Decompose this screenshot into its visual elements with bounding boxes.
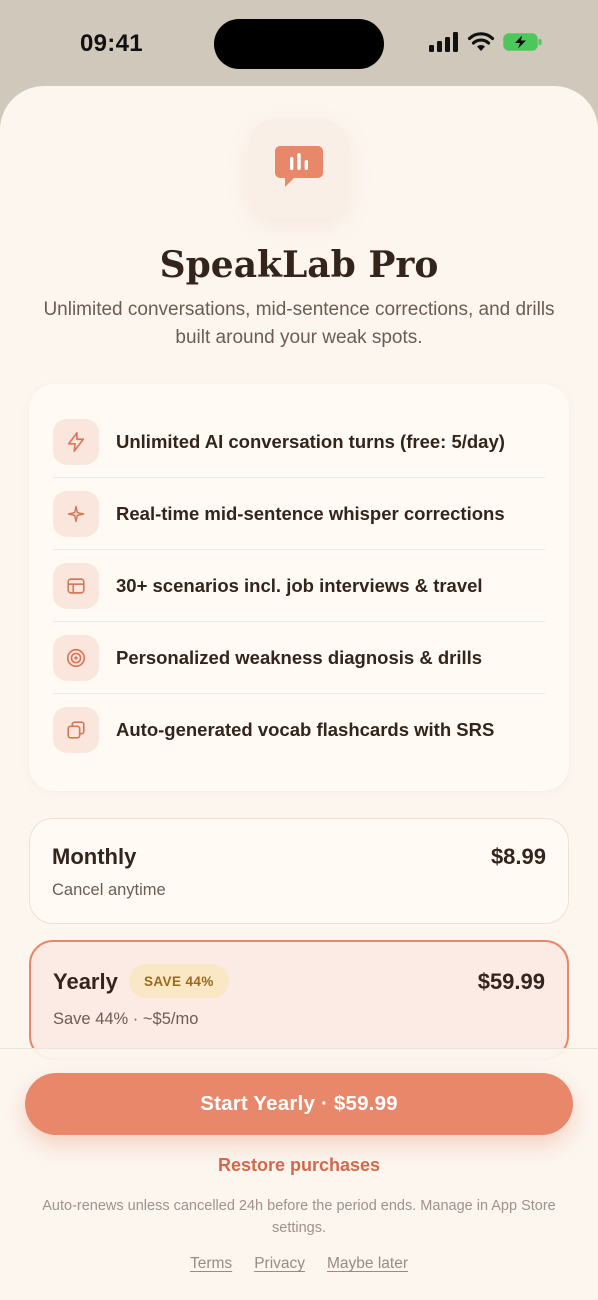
plan-name: Monthly (52, 844, 137, 869)
target-icon (53, 634, 99, 681)
restore-purchases-link[interactable]: Restore purchases (0, 1155, 598, 1176)
page-title: SpeakLab Pro (159, 244, 439, 286)
footer-links: Terms Privacy Maybe later (0, 1255, 598, 1273)
dynamic-island (214, 19, 384, 69)
plan-option-yearly[interactable]: Yearly SAVE 44% $59.99 Save 44% · ~$5/mo (29, 940, 569, 1060)
cards-icon (53, 707, 99, 753)
feature-label: 30+ scenarios incl. job interviews & tra… (116, 574, 483, 596)
speech-bubble-waveform-icon (275, 146, 323, 187)
feature-label: Personalized weakness diagnosis & drills (116, 646, 483, 668)
start-subscription-button[interactable]: Start Yearly · $59.99 (25, 1073, 573, 1135)
status-bar: 09:41 (0, 0, 598, 88)
maybe-later-link[interactable]: Maybe later (327, 1255, 408, 1273)
app-logo (249, 118, 349, 218)
plan-description: Cancel anytime (52, 881, 166, 899)
layout-icon (53, 562, 99, 609)
lightning-icon (53, 418, 99, 465)
sparkle-icon (53, 490, 99, 537)
wifi-icon (467, 32, 495, 51)
paywall-sheet: SpeakLab Pro Unlimited conversations, mi… (0, 86, 598, 1300)
plan-name: Yearly (53, 969, 118, 994)
page-subtitle: Unlimited conversations, mid-sentence co… (43, 299, 555, 348)
feature-item: Unlimited AI conversation turns (free: 5… (53, 406, 545, 478)
feature-item: 30+ scenarios incl. job interviews & tra… (53, 550, 545, 622)
plan-description: Save 44% · ~$5/mo (53, 1010, 199, 1028)
cellular-signal-icon (429, 32, 458, 52)
feature-item: Auto-generated vocab flashcards with SRS (53, 694, 545, 766)
feature-item: Real-time mid-sentence whisper correctio… (53, 478, 545, 550)
legal-disclaimer: Auto-renews unless cancelled 24h before … (42, 1198, 556, 1236)
feature-label: Real-time mid-sentence whisper correctio… (116, 502, 505, 524)
feature-item: Personalized weakness diagnosis & drills (53, 622, 545, 694)
feature-list: Unlimited AI conversation turns (free: 5… (29, 384, 569, 791)
feature-label: Unlimited AI conversation turns (free: 5… (116, 430, 505, 452)
status-time: 09:41 (80, 30, 143, 57)
battery-charging-icon (503, 33, 542, 51)
privacy-link[interactable]: Privacy (254, 1255, 305, 1273)
plan-price: $59.99 (477, 969, 545, 994)
purchase-footer: Start Yearly · $59.99 Restore purchases … (0, 1048, 598, 1300)
savings-badge: SAVE 44% (129, 964, 229, 998)
feature-label: Auto-generated vocab flashcards with SRS (116, 719, 495, 740)
terms-link[interactable]: Terms (190, 1255, 232, 1273)
plan-option-monthly[interactable]: Monthly $8.99 Cancel anytime (29, 818, 569, 924)
plan-price: $8.99 (490, 844, 546, 869)
status-icons (429, 32, 543, 52)
